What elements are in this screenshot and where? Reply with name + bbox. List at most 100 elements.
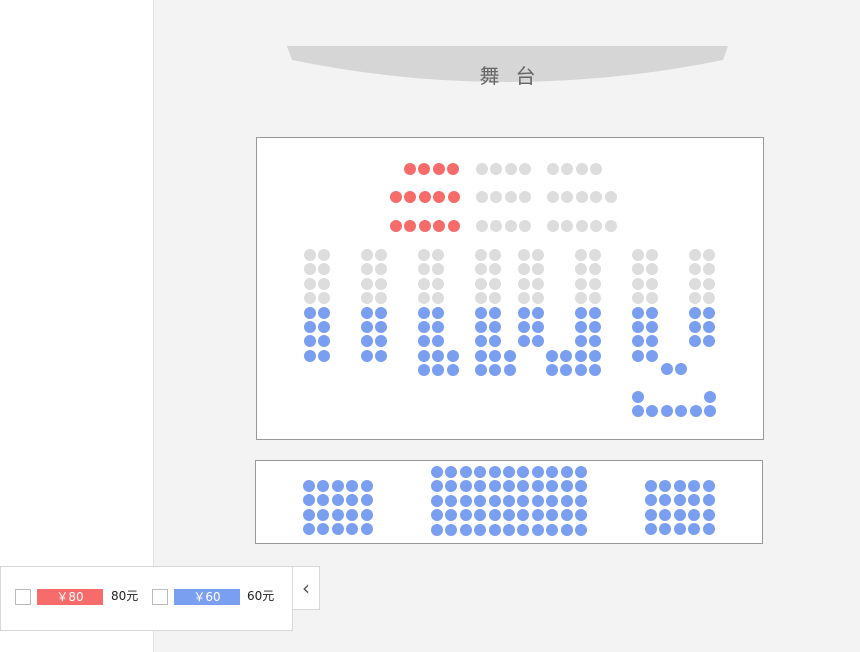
seat-60[interactable] [375, 306, 388, 319]
seat-60[interactable] [475, 306, 487, 319]
seat-60[interactable] [361, 321, 373, 333]
seat-60[interactable] [459, 509, 472, 522]
price-chip-80[interactable]: ￥80 [37, 589, 103, 605]
seat-60[interactable] [488, 480, 501, 493]
seat-60[interactable] [632, 349, 644, 362]
seat-60[interactable] [331, 523, 344, 536]
seat-60[interactable] [575, 306, 587, 319]
seat-60[interactable] [560, 509, 573, 522]
seat-60[interactable] [574, 349, 587, 362]
seat-60[interactable] [646, 306, 659, 319]
collapse-legend-button[interactable]: ‹ [293, 566, 320, 610]
seat-60[interactable] [560, 480, 573, 493]
seat-60[interactable] [575, 466, 587, 478]
seat-60[interactable] [304, 321, 316, 333]
seat-60[interactable] [632, 391, 644, 403]
seat-60[interactable] [503, 494, 515, 507]
seat-60[interactable] [503, 466, 515, 478]
seat-60[interactable] [303, 508, 315, 521]
seat-60[interactable] [574, 364, 587, 377]
seat-60[interactable] [702, 480, 715, 492]
seat-60[interactable] [503, 349, 516, 362]
seat-60[interactable] [331, 508, 344, 521]
seat-60[interactable] [645, 508, 657, 521]
seat-60[interactable] [532, 306, 545, 319]
seat-60[interactable] [475, 321, 487, 333]
seat-80[interactable] [418, 220, 431, 232]
seat-60[interactable] [488, 494, 501, 507]
seat-60[interactable] [575, 494, 587, 507]
seat-60[interactable] [488, 523, 501, 536]
price-chip-60[interactable]: ￥60 [174, 589, 240, 605]
seat-60[interactable] [546, 349, 558, 362]
seat-60[interactable] [560, 494, 573, 507]
seat-60[interactable] [531, 494, 544, 507]
seat-80[interactable] [390, 191, 402, 203]
legend-checkbox-80[interactable] [15, 589, 31, 605]
seat-60[interactable] [689, 405, 702, 417]
seat-60[interactable] [704, 391, 716, 403]
seat-60[interactable] [432, 306, 445, 319]
seat-60[interactable] [632, 405, 644, 417]
seat-60[interactable] [488, 466, 501, 478]
seat-60[interactable] [431, 523, 443, 536]
seat-60[interactable] [346, 508, 359, 521]
seat-60[interactable] [474, 494, 487, 507]
seat-60[interactable] [360, 494, 373, 507]
seat-80[interactable] [390, 220, 402, 232]
seat-60[interactable] [704, 405, 716, 417]
seat-60[interactable] [589, 349, 602, 362]
seat-60[interactable] [418, 321, 430, 333]
seat-80[interactable] [404, 163, 416, 175]
seat-60[interactable] [560, 523, 573, 536]
seat-60[interactable] [360, 480, 373, 492]
seat-60[interactable] [645, 480, 657, 492]
seat-60[interactable] [661, 363, 673, 375]
seat-60[interactable] [459, 466, 472, 478]
seat-80[interactable] [447, 191, 460, 203]
seat-60[interactable] [575, 523, 587, 536]
seat-60[interactable] [702, 523, 715, 536]
seat-60[interactable] [660, 405, 673, 417]
seat-60[interactable] [361, 306, 373, 319]
seat-60[interactable] [303, 480, 315, 492]
seat-80[interactable] [432, 163, 445, 175]
seat-60[interactable] [589, 306, 602, 319]
seat-60[interactable] [703, 306, 716, 319]
seat-60[interactable] [304, 349, 316, 362]
seat-60[interactable] [518, 306, 530, 319]
seat-60[interactable] [418, 306, 430, 319]
seat-60[interactable] [689, 321, 701, 333]
seat-60[interactable] [360, 508, 373, 521]
seat-60[interactable] [673, 480, 686, 492]
seat-60[interactable] [531, 523, 544, 536]
seat-60[interactable] [418, 349, 430, 362]
seat-60[interactable] [575, 321, 587, 333]
seat-60[interactable] [459, 523, 472, 536]
seat-60[interactable] [304, 306, 316, 319]
seat-60[interactable] [702, 508, 715, 521]
seat-60[interactable] [331, 480, 344, 492]
seat-60[interactable] [503, 364, 516, 377]
seat-60[interactable] [488, 509, 501, 522]
seat-60[interactable] [445, 523, 458, 536]
seat-60[interactable] [360, 523, 373, 536]
seat-80[interactable] [447, 220, 460, 232]
seat-60[interactable] [560, 466, 573, 478]
seat-60[interactable] [632, 321, 644, 333]
seat-60[interactable] [489, 306, 502, 319]
seat-80[interactable] [418, 191, 431, 203]
seat-60[interactable] [518, 321, 530, 333]
seat-60[interactable] [475, 349, 487, 362]
seat-60[interactable] [446, 349, 459, 362]
seat-60[interactable] [688, 508, 701, 521]
seat-60[interactable] [431, 494, 443, 507]
seat-60[interactable] [531, 509, 544, 522]
seat-60[interactable] [431, 466, 443, 478]
seat-60[interactable] [474, 523, 487, 536]
seat-60[interactable] [531, 466, 544, 478]
seat-60[interactable] [546, 523, 559, 536]
legend-checkbox-60[interactable] [152, 589, 168, 605]
seat-60[interactable] [459, 494, 472, 507]
seat-60[interactable] [702, 494, 715, 507]
